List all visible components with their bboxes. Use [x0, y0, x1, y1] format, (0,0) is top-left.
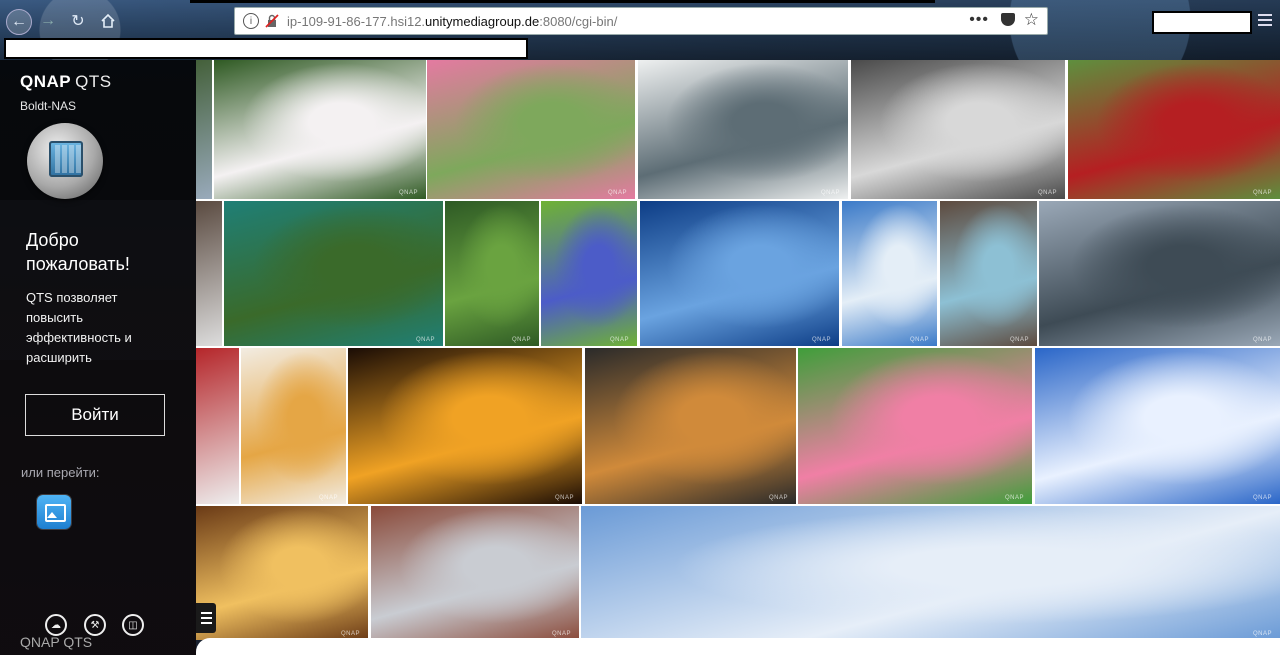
photo-tile-red-tractor[interactable]: QNAP: [1068, 60, 1280, 199]
watermark: QNAP: [609, 337, 629, 343]
login-sidebar: QNAP QTS Boldt-NAS Добро пожаловать! QTS …: [0, 60, 196, 655]
watermark: QNAP: [340, 631, 360, 637]
photo-tile-water-villas[interactable]: QNAP: [640, 201, 839, 346]
goto-label: или перейти:: [21, 465, 100, 480]
bookmark-star-icon[interactable]: ☆: [1024, 10, 1039, 30]
photo-tile-partial[interactable]: [196, 348, 239, 504]
photo-station-icon[interactable]: [37, 495, 71, 529]
photo-tile-brick-harbor[interactable]: QNAP: [371, 506, 579, 640]
photo-tile-partial[interactable]: [196, 201, 222, 346]
photo-tile-pink-rose[interactable]: QNAP: [798, 348, 1032, 504]
browser-toolbar: ← → ↻ i ip-109-91-86-177.hsi12.unitymedi…: [0, 0, 1280, 60]
bottom-strip: [196, 638, 1280, 655]
watermark: QNAP: [318, 495, 338, 501]
book-icon[interactable]: ◫: [122, 614, 144, 636]
url-suffix: :8080/cgi-bin/: [539, 13, 618, 29]
watermark: QNAP: [607, 190, 627, 196]
photo-tile-river-forest[interactable]: QNAP: [445, 201, 539, 346]
home-button[interactable]: [96, 9, 120, 33]
url-prefix: ip-109-91-86-177.hsi12.: [287, 13, 426, 29]
photo-tile-yacht-harbor[interactable]: QNAP: [842, 201, 937, 346]
photo-tile-partial[interactable]: [196, 60, 212, 199]
watermark: QNAP: [909, 337, 929, 343]
url-text: ip-109-91-86-177.hsi12.unitymediagroup.d…: [287, 14, 617, 29]
photo-tile-rocky-shore[interactable]: QNAP: [851, 60, 1065, 199]
welcome-heading: Добро пожаловать!: [26, 230, 130, 274]
photo-tile-rainy-window[interactable]: QNAP: [585, 348, 796, 504]
watermark: QNAP: [1004, 495, 1024, 501]
browser-menu-icon[interactable]: [1258, 14, 1272, 29]
photo-tile-heart-stone-weir[interactable]: QNAP: [224, 201, 443, 346]
redacted-area: [1152, 11, 1252, 34]
address-bar[interactable]: i ip-109-91-86-177.hsi12.unitymediagroup…: [234, 7, 1048, 35]
welcome-description: QTS позволяет повысить эффективность и р…: [26, 290, 132, 372]
photo-mosaic: QNAP QNAP QNAP QNAP QNAP QNAP QNAP QNAP QNAP QNAP…: [196, 60, 1280, 640]
watermark: QNAP: [1252, 190, 1272, 196]
arrow-left-icon: ←: [11, 13, 27, 30]
watermark: QNAP: [768, 495, 788, 501]
watermark: QNAP: [1252, 337, 1272, 343]
login-button[interactable]: Войти: [25, 394, 165, 436]
watermark: QNAP: [820, 190, 840, 196]
watermark: QNAP: [415, 337, 435, 343]
photo-tile-panorama-coast[interactable]: QNAP: [581, 506, 1280, 640]
nas-device-icon: [27, 123, 103, 199]
photo-tile-blue-flower[interactable]: QNAP: [541, 201, 637, 346]
watermark: QNAP: [398, 190, 418, 196]
watermark: QNAP: [554, 495, 574, 501]
reload-button[interactable]: ↻: [66, 9, 90, 33]
watermark: QNAP: [1252, 495, 1272, 501]
brand-sub: QTS: [75, 72, 112, 91]
forward-button[interactable]: →: [36, 9, 60, 33]
watermark: QNAP: [1252, 631, 1272, 637]
photo-tile-misty-pier[interactable]: QNAP: [638, 60, 848, 199]
photo-tile-canal-warehouses[interactable]: QNAP: [1039, 201, 1280, 346]
bottom-brand: QNAP QTS: [20, 634, 93, 650]
watermark: QNAP: [511, 337, 531, 343]
watermark: QNAP: [551, 631, 571, 637]
watermark: QNAP: [1009, 337, 1029, 343]
back-button[interactable]: ←: [6, 9, 32, 35]
photo-tile-ice-cream-cone[interactable]: QNAP: [241, 348, 346, 504]
brand-main: QNAP: [20, 72, 72, 91]
watermark: QNAP: [1037, 190, 1057, 196]
tab-strip-edge: [190, 0, 935, 3]
watermark: QNAP: [811, 337, 831, 343]
photo-tile-rock-ridges[interactable]: QNAP: [940, 201, 1037, 346]
photo-tile-cyclamen[interactable]: QNAP: [214, 60, 426, 199]
arrow-right-icon: →: [40, 12, 56, 29]
nas-name: Boldt-NAS: [20, 99, 77, 113]
pocket-icon[interactable]: [1001, 13, 1015, 26]
url-domain: unitymediagroup.de: [425, 13, 540, 29]
photo-tile-gourmet-dish[interactable]: QNAP: [196, 506, 368, 640]
redacted-bookmarks-area: [4, 38, 528, 59]
reload-icon: ↻: [71, 13, 85, 30]
photo-tile-pink-blossoms[interactable]: QNAP: [427, 60, 635, 199]
photo-tile-blue-sky-coast[interactable]: QNAP: [1035, 348, 1280, 504]
cloud-icon[interactable]: ☁: [45, 614, 67, 636]
menu-toggle-button[interactable]: [196, 603, 216, 633]
info-icon[interactable]: i: [243, 13, 259, 29]
page-actions-icon[interactable]: •••: [969, 11, 989, 29]
qnap-logo: QNAP QTS: [20, 72, 112, 92]
home-icon: [101, 13, 115, 28]
photo-tile-carousel-night[interactable]: QNAP: [348, 348, 582, 504]
insecure-lock-icon[interactable]: [265, 14, 279, 28]
tools-icon[interactable]: ⚒: [84, 614, 106, 636]
